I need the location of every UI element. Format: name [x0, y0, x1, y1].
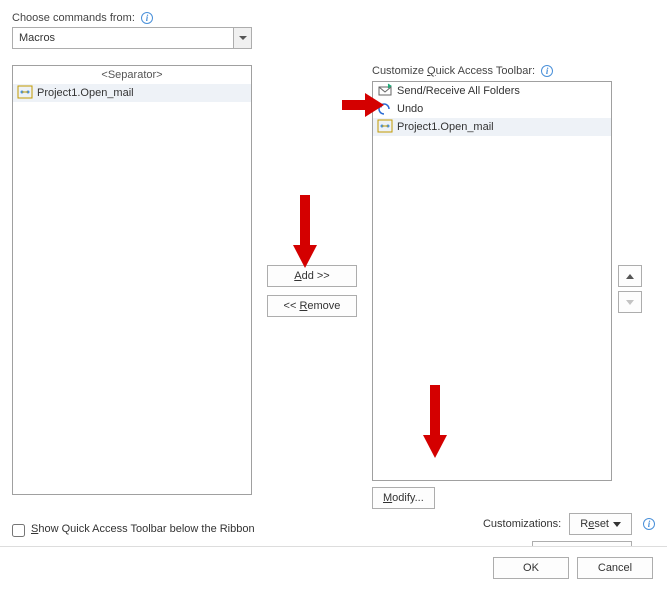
dropdown-toggle[interactable]: [233, 28, 251, 48]
add-button[interactable]: Add >>: [267, 265, 357, 287]
sendreceive-icon: [377, 83, 393, 99]
list-item[interactable]: Project1.Open_mail: [13, 84, 251, 102]
qat-commands-list[interactable]: Send/Receive All Folders Undo Project1.O…: [372, 81, 612, 481]
choose-commands-text: Choose commands from:: [12, 12, 135, 24]
chevron-up-icon: [626, 274, 634, 279]
separator-label: <Separator>: [101, 69, 162, 81]
macro-icon: [377, 119, 393, 135]
info-icon[interactable]: i: [141, 12, 153, 24]
macro-icon: [17, 85, 33, 101]
separator-item[interactable]: <Separator>: [13, 66, 251, 84]
choose-commands-label: Choose commands from: i: [12, 12, 655, 24]
dialog-footer: OK Cancel: [0, 546, 667, 589]
list-item[interactable]: Undo: [373, 100, 611, 118]
customize-qat-label: Customize Quick Access Toolbar: i: [372, 65, 612, 77]
add-button-rest: dd >>: [302, 270, 330, 282]
reset-button[interactable]: Reset: [569, 513, 632, 535]
move-up-button[interactable]: [618, 265, 642, 287]
info-icon[interactable]: i: [541, 65, 553, 77]
available-commands-list[interactable]: <Separator> Project1.Open_mail: [12, 65, 252, 495]
remove-button-rest: emove: [307, 300, 340, 312]
remove-button[interactable]: << Remove: [267, 295, 357, 317]
commands-source-value: Macros: [19, 32, 55, 44]
list-item[interactable]: Send/Receive All Folders: [373, 82, 611, 100]
modify-button[interactable]: Modify...: [372, 487, 435, 509]
ok-button[interactable]: OK: [493, 557, 569, 579]
cancel-label: Cancel: [598, 562, 632, 574]
commands-source-dropdown[interactable]: Macros: [12, 27, 252, 49]
undo-icon: [377, 101, 393, 117]
customizations-label: Customizations:: [483, 518, 561, 530]
checkbox-input[interactable]: [12, 524, 25, 537]
list-item-label: Project1.Open_mail: [397, 121, 494, 133]
list-item-label: Send/Receive All Folders: [397, 85, 520, 97]
list-item[interactable]: Project1.Open_mail: [373, 118, 611, 136]
list-item-label: Undo: [397, 103, 423, 115]
list-item-label: Project1.Open_mail: [37, 87, 134, 99]
chevron-down-icon: [239, 36, 247, 40]
info-icon[interactable]: i: [643, 518, 655, 530]
chevron-down-icon: [626, 300, 634, 305]
move-down-button[interactable]: [618, 291, 642, 313]
cancel-button[interactable]: Cancel: [577, 557, 653, 579]
ok-label: OK: [523, 562, 539, 574]
show-qat-below-ribbon-checkbox[interactable]: Show Quick Access Toolbar below the Ribb…: [12, 523, 292, 537]
chevron-down-icon: [613, 522, 621, 527]
